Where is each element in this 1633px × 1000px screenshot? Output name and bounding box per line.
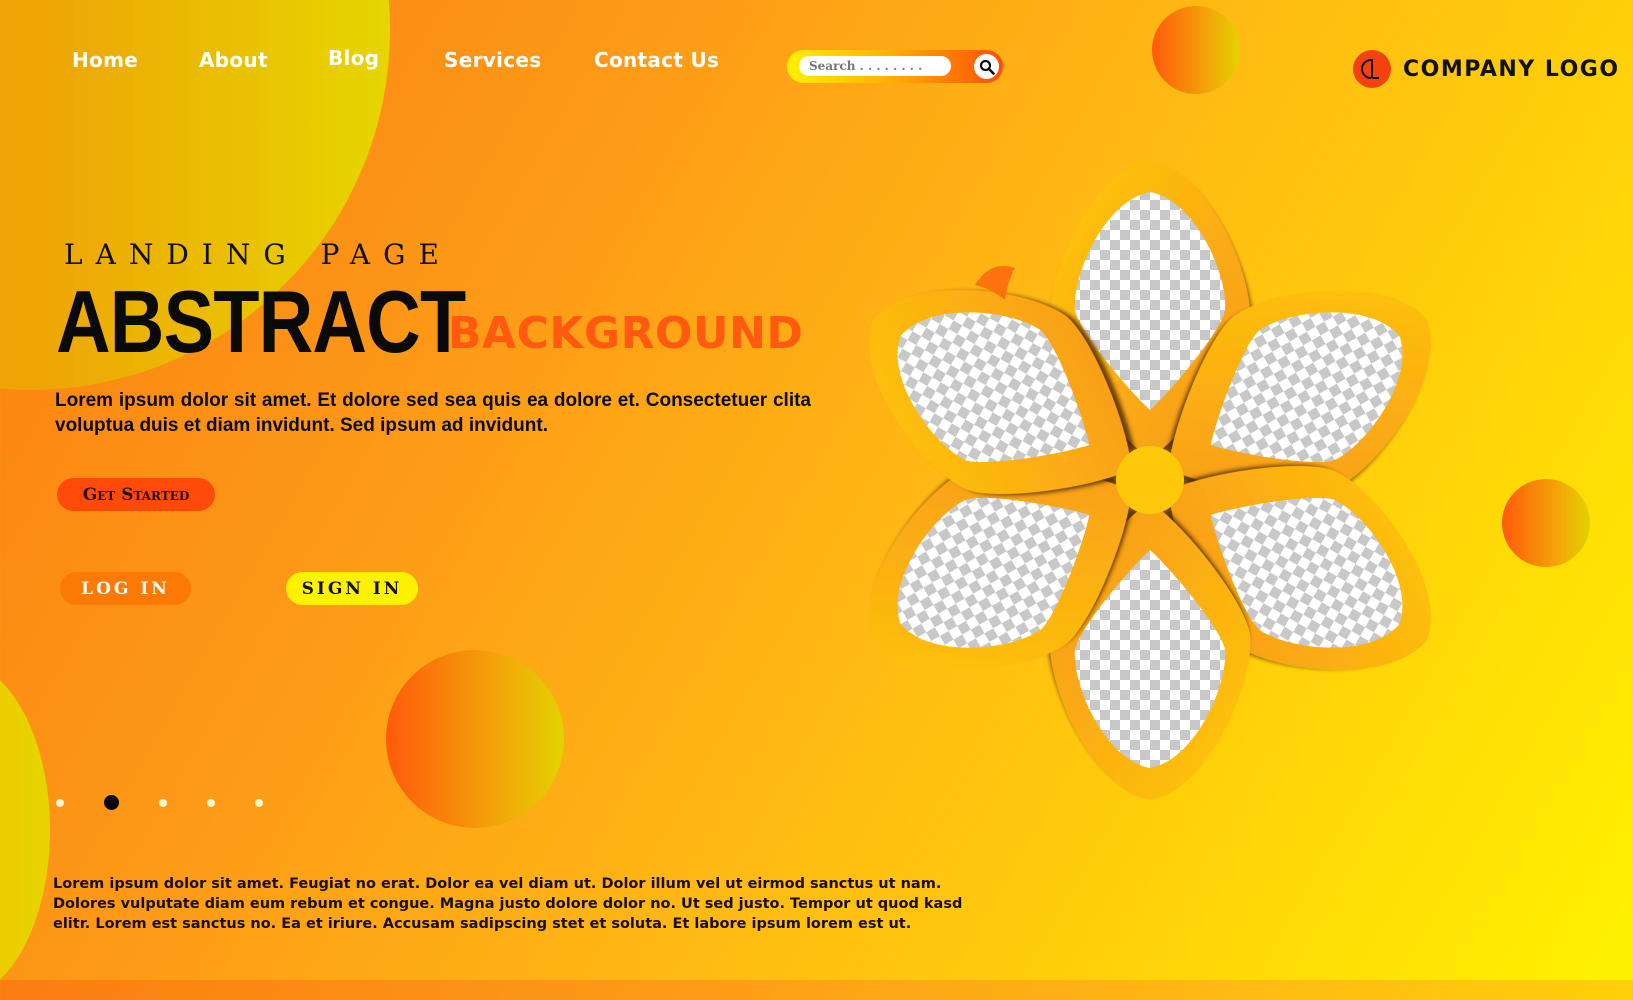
footer-text: Lorem ipsum dolor sit amet. Feugiat no e… [53,876,963,932]
nav-home[interactable]: Home [72,48,138,72]
log-in-button[interactable]: LOG IN [60,572,191,605]
search-bar [787,50,1003,83]
decor-circle-bottom-left [0,660,50,1000]
pagination-dot[interactable] [56,798,64,807]
sign-in-button[interactable]: SIGN IN [286,572,418,605]
hero-lead: Lorem ipsum dolor sit amet. Et dolore se… [55,390,811,436]
decor-circle-right [1502,479,1590,567]
nav-services[interactable]: Services [444,48,541,72]
pagination-dot[interactable] [159,798,167,807]
pagination-dots [56,795,303,810]
hero-kicker: LANDING PAGE [64,238,452,271]
flower-photo-frame-graphic [869,160,1431,800]
nav-blog[interactable]: Blog [328,46,379,70]
search-icon [979,59,995,75]
pagination-dot[interactable] [207,798,215,807]
pagination-dot-active[interactable] [104,795,119,810]
search-button[interactable] [974,54,999,79]
logo-text: COMPANY LOGO [1403,56,1620,82]
decor-circle-bottom [386,650,564,828]
get-started-button[interactable]: Get Started [57,478,215,511]
nav-contact-us[interactable]: Contact Us [594,48,719,72]
hero-subtitle: BACKGROUND [448,308,804,359]
hero-title: ABSTRACT [56,272,466,371]
flower-center [1116,446,1184,514]
logo-mark-icon [1353,50,1391,88]
search-input[interactable] [799,56,951,76]
nav-about[interactable]: About [199,48,268,72]
decor-circle-top [1152,6,1240,94]
pagination-dot[interactable] [255,798,263,807]
company-logo[interactable]: COMPANY LOGO [1353,50,1620,88]
logo-glyph-icon [1361,59,1379,79]
